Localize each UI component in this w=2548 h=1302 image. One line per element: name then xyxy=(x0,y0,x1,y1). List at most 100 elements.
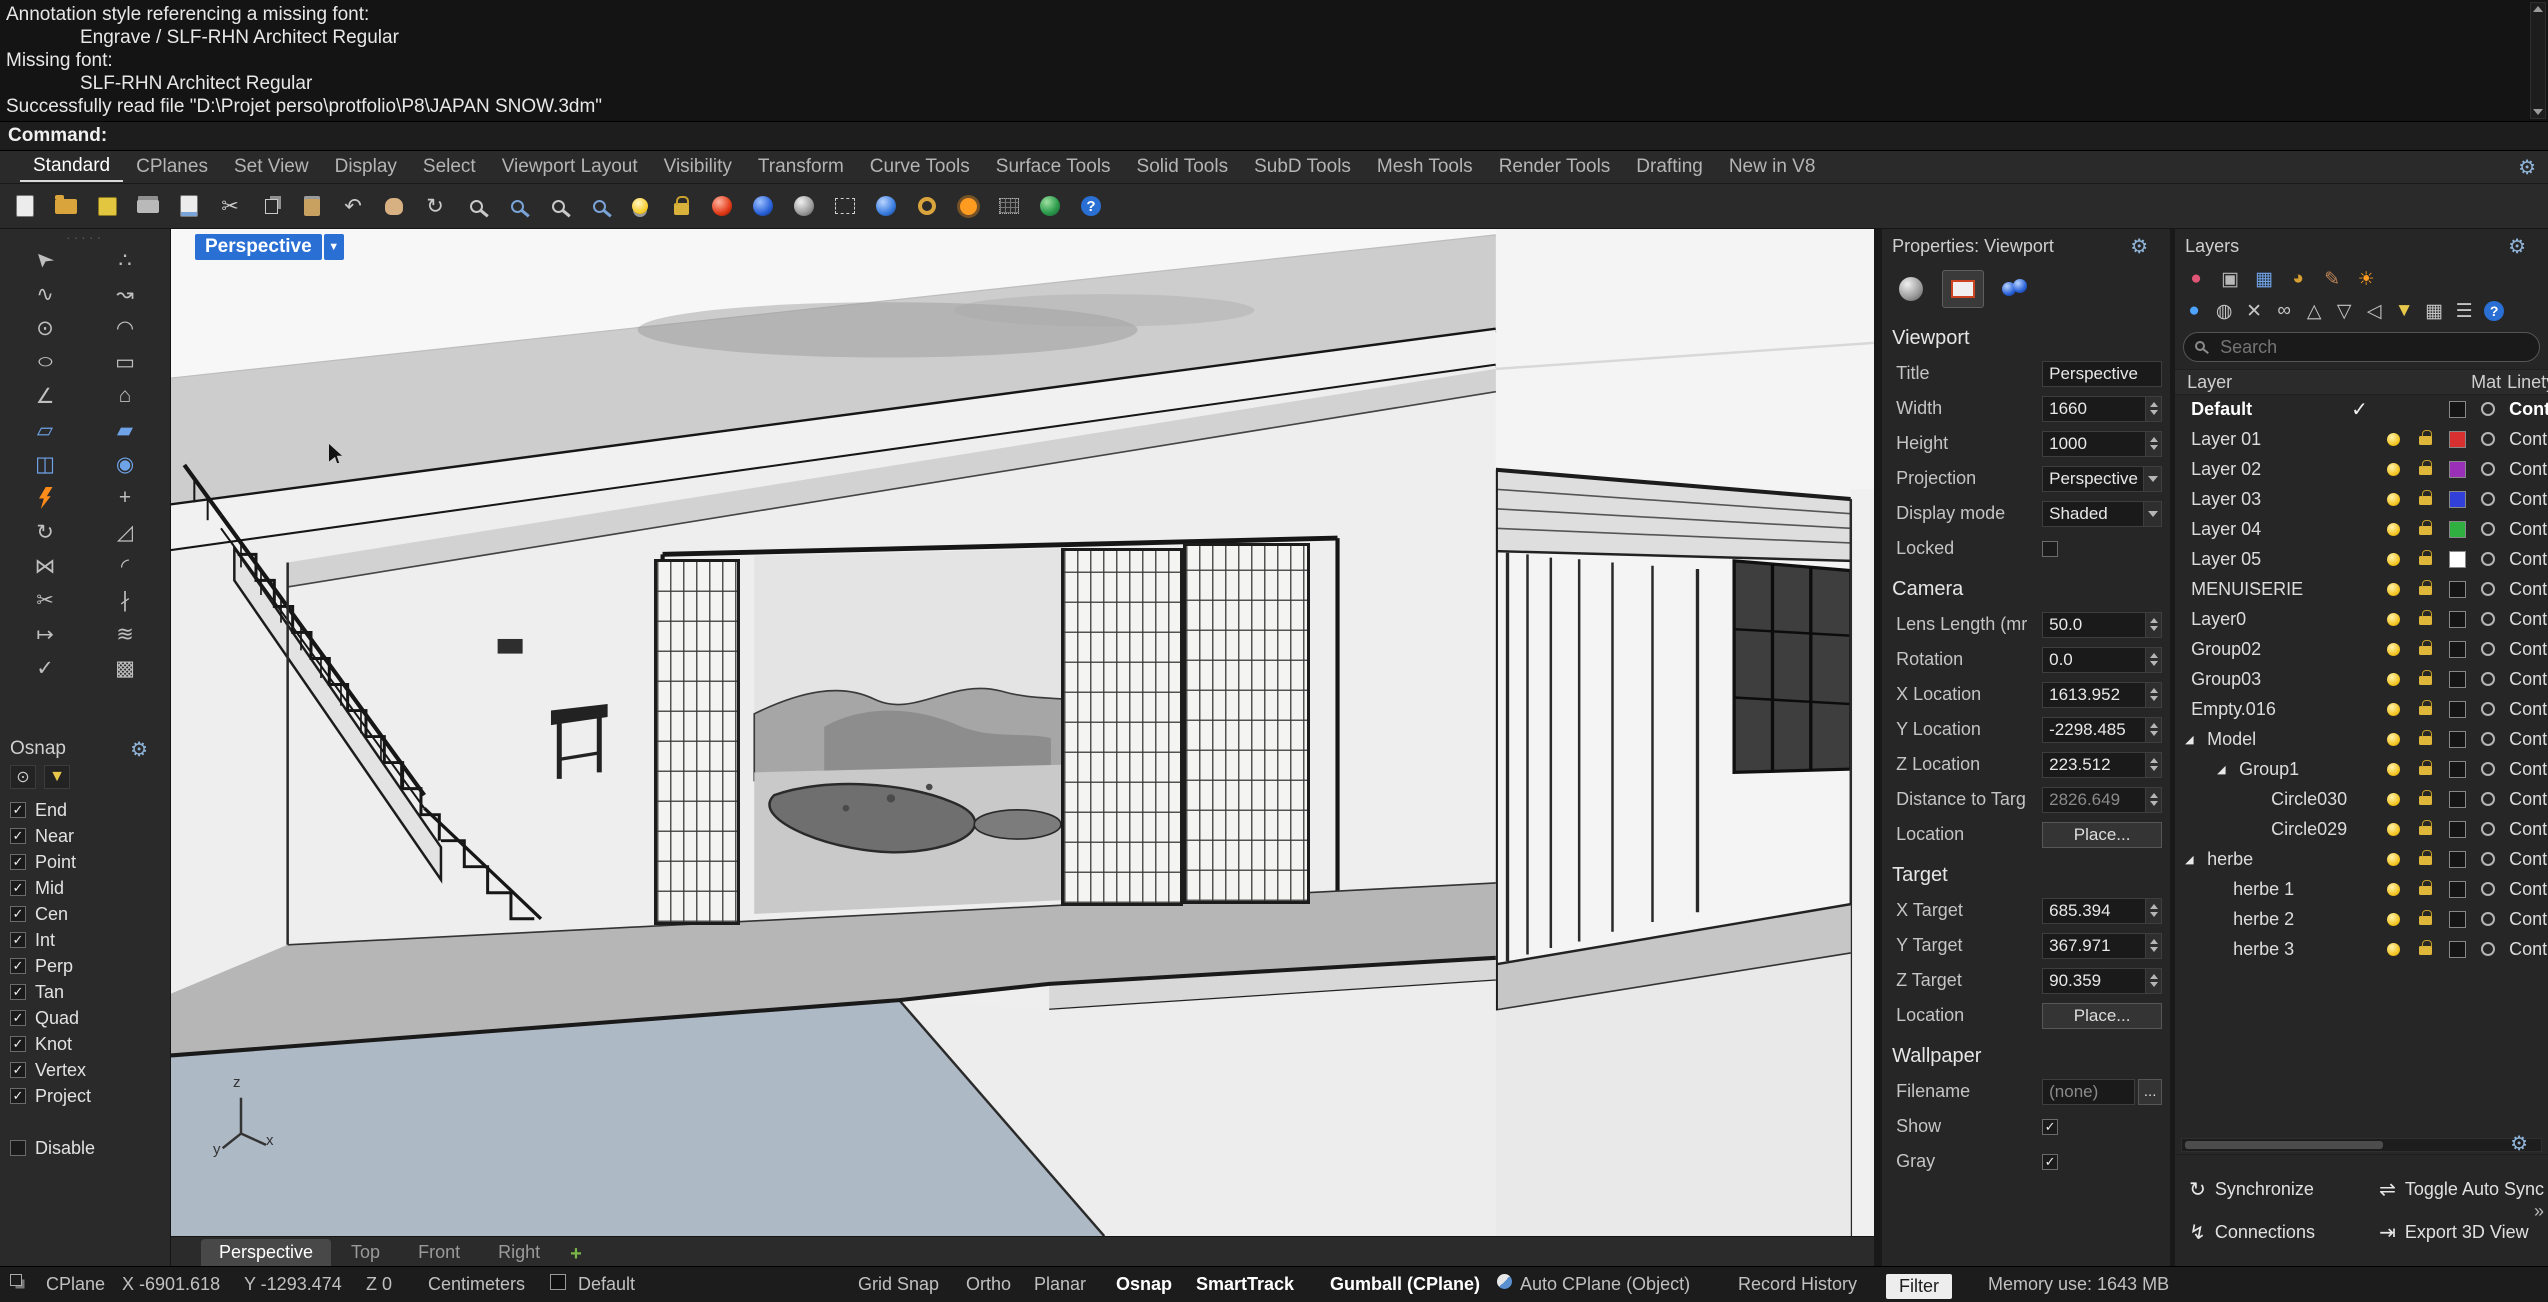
osnap-end[interactable]: ✓End xyxy=(0,797,170,823)
lock-icon[interactable] xyxy=(2419,616,2432,625)
layer-row[interactable]: herbe 2Continuous xyxy=(2175,905,2548,935)
target-y-input[interactable]: 367.971 xyxy=(2042,933,2162,959)
cut-icon[interactable]: ✂ xyxy=(213,189,247,223)
zoom-extents-icon[interactable] xyxy=(541,189,575,223)
color-swatch[interactable] xyxy=(2449,731,2466,748)
color-swatch[interactable] xyxy=(2449,521,2466,538)
material-icon[interactable] xyxy=(2481,732,2495,746)
interpcrv-tool[interactable]: ↝ xyxy=(85,277,165,311)
expand-icon[interactable]: ◢ xyxy=(2217,763,2225,776)
lock-icon[interactable] xyxy=(2419,826,2432,835)
layer-row[interactable]: Default✓Continuous xyxy=(2175,395,2548,425)
osnap-quad[interactable]: ✓Quad xyxy=(0,1005,170,1031)
camera-place-button[interactable]: Place... xyxy=(2042,822,2162,848)
torus-icon[interactable] xyxy=(910,189,944,223)
lock-icon[interactable] xyxy=(2419,676,2432,685)
layer-row[interactable]: Layer 03Continuous xyxy=(2175,485,2548,515)
layer-pane-swatch[interactable] xyxy=(550,1274,566,1290)
layer-row[interactable]: herbe 1Continuous xyxy=(2175,875,2548,905)
layers-footer-gear-icon[interactable]: ⚙ xyxy=(2510,1131,2528,1156)
synchronize-button[interactable]: ↻Synchronize xyxy=(2189,1177,2379,1202)
color-swatch[interactable] xyxy=(2449,611,2466,628)
material-icon[interactable] xyxy=(2481,912,2495,926)
viewport-tab-perspective[interactable]: Perspective xyxy=(201,1239,331,1266)
color-swatch[interactable] xyxy=(2449,941,2466,958)
sun-icon[interactable] xyxy=(951,189,985,223)
bulb-icon[interactable] xyxy=(2387,943,2400,956)
help-icon[interactable]: ? xyxy=(1074,189,1108,223)
layer-row[interactable]: Layer 02Continuous xyxy=(2175,455,2548,485)
polygon-tool[interactable]: ⌂ xyxy=(85,379,165,413)
material-icon[interactable] xyxy=(2481,882,2495,896)
copy-icon[interactable] xyxy=(254,189,288,223)
tab-standard[interactable]: Standard xyxy=(20,152,123,182)
move-tool[interactable]: + xyxy=(85,481,165,515)
tab-viewport-layout[interactable]: Viewport Layout xyxy=(489,153,651,181)
material-icon[interactable] xyxy=(2481,852,2495,866)
osnap-toggle[interactable]: Osnap xyxy=(1116,1274,1172,1295)
color-swatch[interactable] xyxy=(2449,431,2466,448)
extend-tool[interactable]: ↦ xyxy=(5,617,85,651)
lock-icon[interactable] xyxy=(2419,766,2432,775)
height-input[interactable]: 1000 xyxy=(2042,431,2162,457)
tab-curve-tools[interactable]: Curve Tools xyxy=(857,153,983,181)
sidebar-handle[interactable]: ····· xyxy=(0,233,170,243)
gumball-toggle[interactable]: Gumball (CPlane) xyxy=(1330,1274,1480,1295)
bulb-icon[interactable] xyxy=(2387,523,2400,536)
camera-z-input[interactable]: 223.512 xyxy=(2042,752,2162,778)
lock-icon[interactable] xyxy=(2419,916,2432,925)
sphere-tool[interactable]: ◉ xyxy=(85,447,165,481)
bulb-icon[interactable] xyxy=(2387,583,2400,596)
tab-surface-tools[interactable]: Surface Tools xyxy=(983,153,1124,181)
tab-select[interactable]: Select xyxy=(410,153,489,181)
tab-cplanes[interactable]: CPlanes xyxy=(123,153,221,181)
pan-icon[interactable] xyxy=(377,189,411,223)
color-swatch[interactable] xyxy=(2449,911,2466,928)
bulb-icon[interactable] xyxy=(2387,733,2400,746)
layer-row[interactable]: Layer0Continuous xyxy=(2175,605,2548,635)
viewport-properties-tab-icon[interactable] xyxy=(1942,270,1984,308)
rectangle-tool[interactable]: ▭ xyxy=(85,345,165,379)
osnap-project[interactable]: ✓Project xyxy=(0,1083,170,1109)
layers-gear-icon[interactable]: ⚙ xyxy=(2508,234,2526,259)
paste-icon[interactable] xyxy=(295,189,329,223)
osnap-gear-icon[interactable]: ⚙ xyxy=(130,737,148,762)
lock-icon[interactable] xyxy=(2419,736,2432,745)
color-swatch[interactable] xyxy=(2449,791,2466,808)
viewport-title-dropdown-icon[interactable]: ▼ xyxy=(324,234,344,260)
wallpaper-show-checkbox[interactable]: ✓ xyxy=(2042,1119,2058,1135)
new-file-icon[interactable] xyxy=(8,189,42,223)
material-icon[interactable] xyxy=(2481,942,2495,956)
bulb-icon[interactable] xyxy=(2387,553,2400,566)
layer-search-input[interactable] xyxy=(2183,332,2540,362)
material-icon[interactable] xyxy=(2481,492,2495,506)
viewport-title-pill[interactable]: Perspective ▼ xyxy=(195,234,344,260)
earth-icon[interactable] xyxy=(1033,189,1067,223)
layer-row[interactable]: Circle030Continuous xyxy=(2175,785,2548,815)
new-layer-icon[interactable]: ● xyxy=(2181,297,2207,325)
new-sublayer-icon[interactable]: ◍ xyxy=(2211,297,2237,325)
material-icon[interactable] xyxy=(869,189,903,223)
grid-view-icon[interactable]: ▦ xyxy=(2249,265,2279,293)
menubar-gear-icon[interactable]: ⚙ xyxy=(2518,155,2536,180)
width-input[interactable]: 1660 xyxy=(2042,396,2162,422)
viewport-tab-top[interactable]: Top xyxy=(333,1239,398,1266)
material-icon[interactable] xyxy=(2481,402,2495,416)
target-z-input[interactable]: 90.359 xyxy=(2042,968,2162,994)
layout-icon[interactable] xyxy=(10,1274,22,1286)
pencil-icon[interactable]: ✎ xyxy=(2317,265,2347,293)
selection-filter-icon[interactable] xyxy=(828,189,862,223)
lock-icon[interactable] xyxy=(2419,496,2432,505)
layer-row[interactable]: Layer 01Continuous xyxy=(2175,425,2548,455)
layer-row[interactable]: Layer 04Continuous xyxy=(2175,515,2548,545)
projection-select[interactable]: Perspective xyxy=(2042,466,2162,492)
zoom-window-icon[interactable] xyxy=(500,189,534,223)
bulb-icon[interactable] xyxy=(2387,643,2400,656)
viewport-title[interactable]: Perspective xyxy=(195,234,322,260)
delete-layer-icon[interactable]: ✕ xyxy=(2241,297,2267,325)
tab-set-view[interactable]: Set View xyxy=(221,153,322,181)
lock-icon[interactable] xyxy=(2419,526,2432,535)
osnap-disable[interactable]: Disable xyxy=(0,1135,170,1161)
layer-pane[interactable]: Default xyxy=(578,1274,635,1295)
command-line[interactable]: Command: xyxy=(0,121,2548,151)
